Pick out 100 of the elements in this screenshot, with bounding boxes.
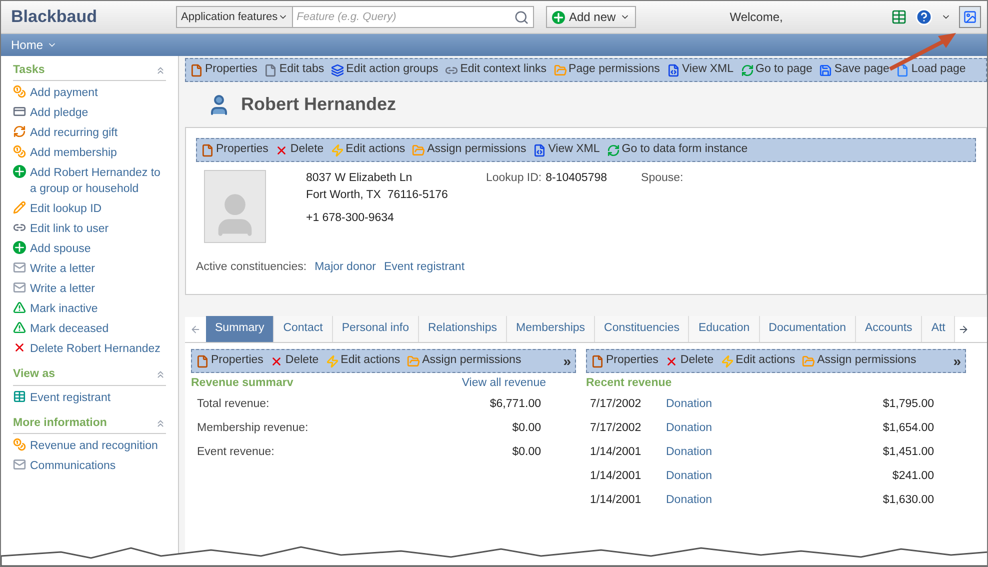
revenue-amount: $1,630.00 <box>882 493 934 508</box>
toolbar-button[interactable]: Assign permissions <box>412 141 526 159</box>
tab[interactable]: Contact <box>274 316 333 342</box>
save-icon <box>819 64 832 76</box>
tab[interactable]: Accounts <box>856 316 922 342</box>
sidebar-link[interactable]: Add spouse <box>30 241 91 258</box>
properties-icon <box>201 144 214 156</box>
collapse-icon[interactable] <box>155 65 166 76</box>
revenue-label: Event revenue: <box>197 445 274 460</box>
sidebar-link[interactable]: Add payment <box>30 85 98 102</box>
tab[interactable]: Education <box>689 316 760 342</box>
toolbar-button[interactable]: Properties <box>196 352 264 370</box>
sidebar-link[interactable]: Revenue and recognition <box>30 438 158 454</box>
tab[interactable]: Summary <box>206 316 274 342</box>
help-icon[interactable] <box>915 8 933 26</box>
revenue-type-link[interactable]: Donation <box>666 444 712 462</box>
lookup-label: Lookup ID: <box>486 171 542 186</box>
sidebar-link[interactable]: Write a letter <box>30 261 95 278</box>
tab[interactable]: Documentation <box>760 316 856 342</box>
toolbar-button[interactable]: Go to data form instance <box>606 141 748 159</box>
toolbar-button[interactable]: Delete <box>270 352 319 370</box>
sidebar-link[interactable]: Delete Robert Hernandez <box>30 341 160 358</box>
toolbar-button[interactable]: Page permissions <box>554 61 660 79</box>
properties-icon <box>591 354 604 368</box>
feature-input[interactable]: Feature (e.g. Query) <box>292 6 534 28</box>
more-button[interactable]: » <box>953 350 961 372</box>
revenue-type-link[interactable]: Donation <box>666 468 712 486</box>
feature-menu[interactable]: Application features <box>176 6 293 28</box>
properties-icon <box>196 354 209 368</box>
letter-icon <box>13 281 26 294</box>
toolbar-button[interactable]: View XML <box>533 141 600 159</box>
scroll-right-icon[interactable] <box>958 324 970 335</box>
revenue-date: 1/14/2001 <box>590 493 642 508</box>
toolbar-button[interactable]: Delete <box>275 141 324 159</box>
record-name: Robert Hernandez <box>241 93 396 116</box>
revenue-amount: $241.00 <box>892 469 934 484</box>
tab[interactable]: Att <box>922 316 956 342</box>
sidebar-link[interactable]: Mark inactive <box>30 301 98 318</box>
home-menu[interactable]: Home <box>11 36 58 54</box>
collapse-icon[interactable] <box>155 369 166 380</box>
revenue-type-link[interactable]: Donation <box>666 492 712 510</box>
coin-icon <box>13 145 26 158</box>
toolbar-button[interactable]: Edit actions <box>330 141 406 159</box>
revenue-amount: $6,771.00 <box>490 397 541 412</box>
load-icon <box>896 64 910 76</box>
toolbar-button[interactable]: Assign permissions <box>407 352 522 370</box>
scroll-left-icon[interactable] <box>190 324 201 335</box>
lightning-icon <box>720 354 734 368</box>
go-icon <box>740 64 754 76</box>
constituency-link[interactable]: Event registrant <box>384 259 465 276</box>
tab[interactable]: Memberships <box>507 316 596 342</box>
delete-icon <box>275 144 288 156</box>
revenue-type-link[interactable]: Donation <box>666 420 712 438</box>
revenue-type-link[interactable]: Donation <box>666 396 712 414</box>
toolbar-button[interactable]: Save page <box>819 61 890 79</box>
constituency-link[interactable]: Major donor <box>314 259 376 276</box>
sidebar-link[interactable]: Add pledge <box>30 105 88 122</box>
tab[interactable]: Constituencies <box>595 316 690 342</box>
folder-icon <box>412 144 426 156</box>
panel-title: Revenue summarv <box>191 376 294 391</box>
add-new-button[interactable]: Add new <box>546 6 636 28</box>
toolbar-button[interactable]: Edit action groups <box>331 61 438 79</box>
view-all-link[interactable]: View all revenue <box>462 375 546 392</box>
sidebar-link[interactable]: Event registrant <box>30 390 111 406</box>
grid-icon <box>13 390 26 402</box>
toolbar-button[interactable]: Load page <box>896 61 966 79</box>
toolbar-button[interactable]: Edit actions <box>326 352 400 370</box>
toolbar-button[interactable]: View XML <box>666 61 734 79</box>
toolbar-button[interactable]: Properties <box>190 61 258 79</box>
toolbar-button[interactable]: Assign permissions <box>802 352 916 370</box>
folder-icon <box>407 354 420 368</box>
section-heading: More information <box>13 416 107 430</box>
tab[interactable]: Personal info <box>332 316 419 342</box>
sidebar-link[interactable]: Add recurring gift <box>30 125 118 142</box>
toolbar-button[interactable]: Edit context links <box>445 61 547 79</box>
sidebar-link[interactable]: Edit link to user <box>30 221 109 238</box>
more-button[interactable]: » <box>563 350 571 372</box>
alert-icon <box>13 321 26 334</box>
sidebar-link[interactable]: Mark deceased <box>30 321 109 338</box>
properties-icon <box>190 64 203 76</box>
picture-button[interactable] <box>959 6 981 28</box>
toolbar-button[interactable]: Properties <box>591 352 658 370</box>
toolbar-button[interactable]: Edit tabs <box>264 61 324 79</box>
sidebar-link[interactable]: Write a letter <box>30 281 95 298</box>
sidebar-link[interactable]: Add Robert Hernandez to a group or household <box>30 165 166 198</box>
xml-icon <box>666 64 680 76</box>
letter-icon <box>13 261 26 274</box>
tab[interactable]: Relationships <box>418 316 508 342</box>
revenue-date: 7/17/2002 <box>590 397 642 412</box>
spreadsheet-icon[interactable] <box>891 9 907 25</box>
toolbar-button[interactable]: Go to page <box>740 61 812 79</box>
toolbar-button[interactable]: Properties <box>201 141 268 159</box>
sidebar-link[interactable]: Communications <box>30 458 116 474</box>
sidebar-link[interactable]: Add membership <box>30 145 117 162</box>
sidebar-link[interactable]: Edit lookup ID <box>30 201 102 218</box>
toolbar-button[interactable]: Edit actions <box>720 352 796 370</box>
coin-icon <box>13 438 26 451</box>
cycle-icon <box>13 125 26 138</box>
toolbar-button[interactable]: Delete <box>665 352 714 370</box>
collapse-icon[interactable] <box>155 418 166 429</box>
